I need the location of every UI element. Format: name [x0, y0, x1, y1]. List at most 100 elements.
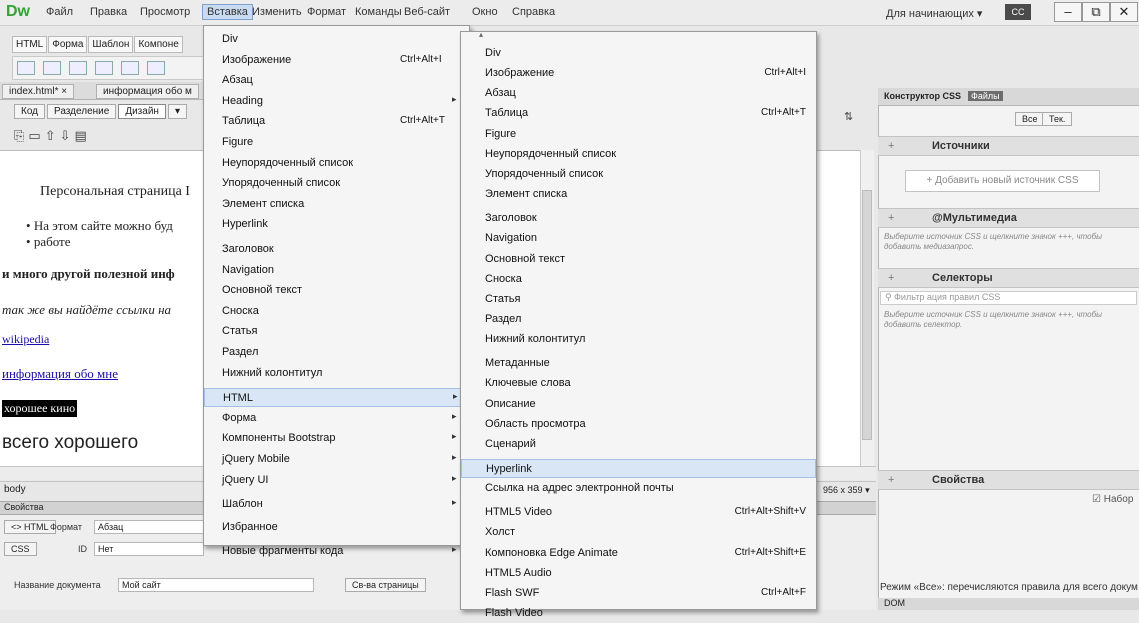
- wikipedia-link[interactable]: wikipedia: [2, 332, 49, 347]
- insert-menu-item[interactable]: Нижний колонтитул: [204, 364, 469, 383]
- menu-4[interactable]: Изменить: [248, 6, 306, 18]
- html-submenu-item[interactable]: Элемент списка: [461, 185, 816, 204]
- insert-tab-3[interactable]: Компоне: [134, 36, 183, 53]
- insert-menu-item[interactable]: Основной текст: [204, 281, 469, 300]
- html-submenu-item[interactable]: Раздел: [461, 310, 816, 329]
- css-props-button[interactable]: CSS: [4, 542, 37, 556]
- html-submenu-item[interactable]: Hyperlink: [461, 459, 816, 478]
- html-submenu-item[interactable]: Изображение Ctrl+Alt+I: [461, 64, 816, 83]
- design-view-button[interactable]: Дизайн: [118, 104, 166, 119]
- html-submenu-item[interactable]: Холст: [461, 523, 816, 542]
- insert-menu-item[interactable]: Div: [204, 30, 469, 49]
- insert-tab-2[interactable]: Шаблон: [88, 36, 134, 53]
- insert-menu-item[interactable]: jQuery UI ▸: [204, 471, 469, 490]
- tab-dom[interactable]: DOM: [878, 598, 1139, 610]
- html-submenu-item[interactable]: Неупорядоченный список: [461, 145, 816, 164]
- split-view-button[interactable]: Разделение: [47, 104, 117, 119]
- insert-menu-item[interactable]: Абзац: [204, 71, 469, 90]
- download-icon[interactable]: ⇩: [60, 128, 75, 143]
- html-submenu-item[interactable]: Div: [461, 44, 816, 63]
- insert-tab-1[interactable]: Форма: [48, 36, 88, 53]
- html-submenu-item[interactable]: Таблица Ctrl+Alt+T: [461, 104, 816, 123]
- scrollbar-thumb[interactable]: [862, 190, 872, 440]
- id-select[interactable]: Нет: [94, 542, 204, 556]
- insert-menu-item[interactable]: Navigation: [204, 261, 469, 280]
- insert-menu-item[interactable]: HTML ▸: [204, 388, 469, 408]
- tab-info-page[interactable]: информация обо м: [96, 84, 199, 99]
- html-submenu-item[interactable]: Нижний колонтитул: [461, 330, 816, 349]
- html-submenu-item[interactable]: Ключевые слова: [461, 374, 816, 393]
- html-submenu-item[interactable]: Абзац: [461, 84, 816, 103]
- insert-tab-0[interactable]: HTML: [12, 36, 48, 53]
- table-icon[interactable]: [95, 61, 113, 75]
- menu-5[interactable]: Формат: [303, 6, 350, 18]
- insert-menu-item[interactable]: Избранное: [204, 518, 469, 537]
- save-icon[interactable]: ▤: [75, 128, 91, 143]
- html-submenu-item[interactable]: Figure: [461, 125, 816, 144]
- html-submenu-item[interactable]: Сценарий: [461, 435, 816, 454]
- page-properties-button[interactable]: Св-ва страницы: [345, 578, 426, 592]
- show-set-checkbox[interactable]: ☑ Набор: [1092, 494, 1133, 505]
- html-submenu-item[interactable]: Flash Video: [461, 604, 816, 623]
- insert-menu-item[interactable]: Шаблон ▸: [204, 495, 469, 514]
- add-icon[interactable]: +: [888, 137, 894, 155]
- maximize-button[interactable]: ⧉: [1082, 2, 1110, 22]
- insert-menu-item[interactable]: Новые фрагменты кода ▸: [204, 542, 469, 561]
- div-icon[interactable]: [17, 61, 35, 75]
- html-submenu-item[interactable]: Flash SWF Ctrl+Alt+F: [461, 584, 816, 603]
- html-submenu-item[interactable]: Область просмотра: [461, 415, 816, 434]
- window-size-readout[interactable]: 956 x 359 ▾: [823, 485, 870, 496]
- selectors-filter-input[interactable]: ⚲ Фильтр ация правил CSS: [880, 291, 1137, 305]
- close-button[interactable]: ✕: [1110, 2, 1138, 22]
- insert-menu-item[interactable]: Hyperlink: [204, 215, 469, 234]
- insert-menu-item[interactable]: Таблица Ctrl+Alt+T: [204, 112, 469, 131]
- menu-2[interactable]: Просмотр: [136, 6, 194, 18]
- doc-title-input[interactable]: Мой сайт: [118, 578, 314, 592]
- tab-css-designer[interactable]: Конструктор CSS: [884, 91, 961, 101]
- filter-current-button[interactable]: Тек.: [1042, 112, 1073, 126]
- menu-8[interactable]: Окно: [468, 6, 502, 18]
- format-select[interactable]: Абзац: [94, 520, 204, 534]
- minimize-button[interactable]: –: [1054, 2, 1082, 22]
- html-submenu-item[interactable]: Метаданные: [461, 354, 816, 373]
- tag-selector-body[interactable]: body: [4, 484, 26, 495]
- upload-icon[interactable]: ⇧: [45, 128, 60, 143]
- html-submenu-item[interactable]: Основной текст: [461, 250, 816, 269]
- insert-menu-item[interactable]: Раздел: [204, 343, 469, 362]
- html-submenu-item[interactable]: Navigation: [461, 229, 816, 248]
- html-submenu-item[interactable]: Сноска: [461, 270, 816, 289]
- html-submenu-item[interactable]: Статья: [461, 290, 816, 309]
- insert-menu-item[interactable]: Элемент списка: [204, 195, 469, 214]
- media-icon[interactable]: [69, 61, 87, 75]
- ul-icon[interactable]: [147, 61, 165, 75]
- list-icon[interactable]: [121, 61, 139, 75]
- insert-menu-item[interactable]: Компоненты Bootstrap ▸: [204, 429, 469, 448]
- add-icon[interactable]: +: [888, 209, 894, 227]
- menu-3[interactable]: Вставка: [202, 4, 253, 20]
- image-icon[interactable]: [43, 61, 61, 75]
- menu-9[interactable]: Справка: [508, 6, 559, 18]
- html-submenu-item[interactable]: HTML5 Audio: [461, 564, 816, 583]
- insert-menu-item[interactable]: Заголовок: [204, 240, 469, 259]
- add-icon[interactable]: +: [888, 471, 894, 489]
- insert-menu-item[interactable]: Сноска: [204, 302, 469, 321]
- add-css-source-button[interactable]: + Добавить новый источник CSS: [905, 170, 1100, 192]
- workspace-switcher[interactable]: Для начинающих ▾: [886, 7, 982, 20]
- insert-menu-item[interactable]: jQuery Mobile ▸: [204, 450, 469, 469]
- insert-menu-item[interactable]: Изображение Ctrl+Alt+I: [204, 51, 469, 70]
- insert-menu-item[interactable]: Heading ▸: [204, 92, 469, 111]
- html-submenu-item[interactable]: Заголовок: [461, 209, 816, 228]
- close-icon[interactable]: ×: [61, 86, 67, 97]
- html-props-button[interactable]: <> HTML: [4, 520, 56, 534]
- insert-menu-item[interactable]: Неупорядоченный список: [204, 154, 469, 173]
- html-submenu-item[interactable]: Описание: [461, 395, 816, 414]
- sort-icon[interactable]: ⇅: [844, 110, 853, 123]
- insert-menu-item[interactable]: Статья: [204, 322, 469, 341]
- open-icon[interactable]: ▭: [28, 128, 44, 143]
- menu-6[interactable]: Команды: [351, 6, 406, 18]
- menu-1[interactable]: Правка: [86, 6, 131, 18]
- new-icon[interactable]: ⎘: [14, 128, 28, 143]
- code-view-button[interactable]: Код: [14, 104, 46, 119]
- html-submenu-item[interactable]: HTML5 Video Ctrl+Alt+Shift+V: [461, 503, 816, 522]
- insert-menu-item[interactable]: Figure: [204, 133, 469, 152]
